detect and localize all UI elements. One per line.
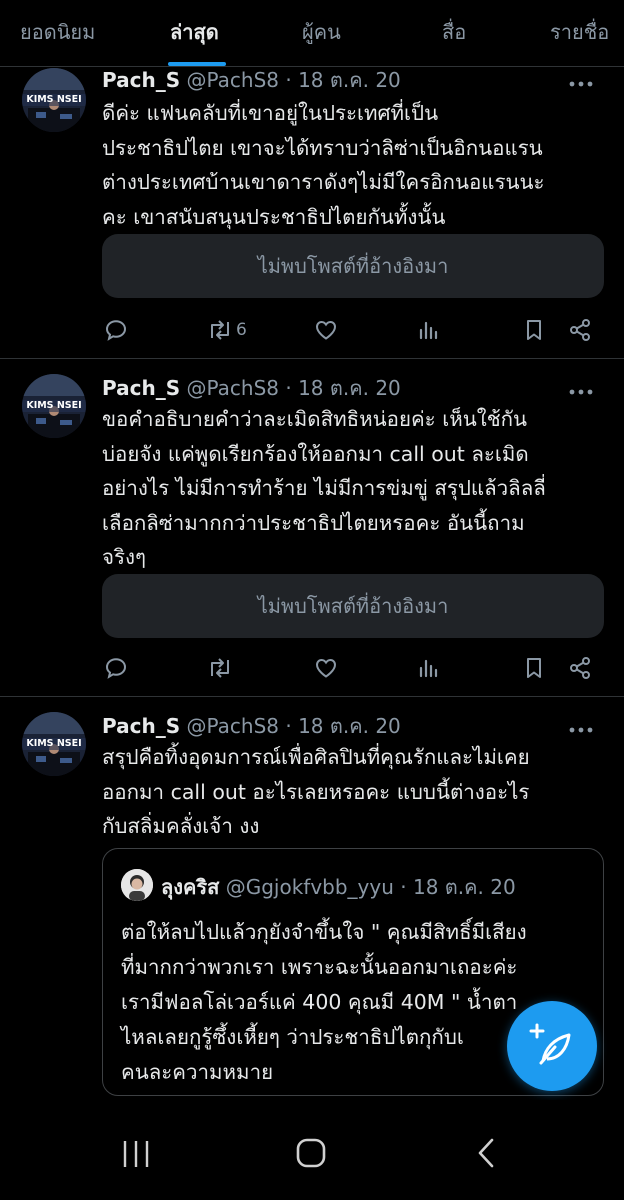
- tweet-text: ขอคำอธิบายคำว่าละเมิดสิทธิหน่อยค่ะ เห็นใ…: [102, 407, 546, 569]
- home-icon[interactable]: [281, 1132, 341, 1176]
- retweet-icon: [206, 318, 234, 342]
- tab-latest[interactable]: ล่าสุด: [170, 16, 219, 48]
- tweet[interactable]: KIMS NSEI Pach_S @PachS8 · 18 ต.ค. 20 ดี…: [0, 66, 624, 359]
- system-navigation-bar: [0, 1100, 624, 1200]
- quoted-author-name[interactable]: ลุงคริส: [161, 875, 219, 899]
- avatar-text: KIMS NSEI: [26, 400, 81, 411]
- tweet-date[interactable]: · 18 ต.ค. 20: [285, 376, 400, 400]
- avatar-text: KIMS NSEI: [26, 738, 81, 749]
- tweet-text: ดีค่ะ แฟนคลับที่เขาอยู่ในประเทศที่เป็น ป…: [102, 101, 545, 229]
- retweet-icon: [206, 656, 234, 680]
- unavailable-quote-card: ไม่พบโพสต์ที่อ้างอิงมา: [102, 574, 604, 638]
- more-icon[interactable]: [568, 382, 594, 395]
- avatar[interactable]: KIMS NSEI: [22, 68, 86, 132]
- tab-people[interactable]: ผู้คน: [302, 16, 341, 48]
- retweet-button[interactable]: [206, 654, 236, 682]
- unavailable-quote-card: ไม่พบโพสต์ที่อ้างอิงมา: [102, 234, 604, 298]
- like-icon[interactable]: [314, 654, 338, 682]
- tweet-actions: [102, 654, 602, 682]
- tweet[interactable]: KIMS NSEI Pach_S @PachS8 · 18 ต.ค. 20 ขอ…: [0, 358, 624, 697]
- views-icon[interactable]: [416, 654, 440, 682]
- author-name[interactable]: Pach_S: [102, 376, 180, 400]
- avatar-text: KIMS NSEI: [26, 94, 81, 105]
- search-tabs: ยอดนิยม ล่าสุด ผู้คน สื่อ รายชื่อ: [0, 0, 624, 67]
- recent-apps-icon[interactable]: [106, 1132, 166, 1176]
- back-icon[interactable]: [456, 1132, 516, 1176]
- more-icon[interactable]: [568, 74, 594, 87]
- reply-icon[interactable]: [104, 316, 128, 344]
- tweet-header: Pach_S @PachS8 · 18 ต.ค. 20: [102, 372, 401, 404]
- tab-media[interactable]: สื่อ: [442, 16, 466, 48]
- quoted-tweet-date: · 18 ต.ค. 20: [400, 875, 516, 899]
- tab-lists[interactable]: รายชื่อ: [550, 16, 609, 48]
- author-handle[interactable]: @PachS8: [186, 714, 279, 738]
- author-name[interactable]: Pach_S: [102, 68, 180, 92]
- retweet-button[interactable]: 6: [206, 316, 247, 344]
- reply-icon[interactable]: [104, 654, 128, 682]
- author-name[interactable]: Pach_S: [102, 714, 180, 738]
- compose-button[interactable]: [507, 1001, 597, 1091]
- tweet-header: Pach_S @PachS8 · 18 ต.ค. 20: [102, 64, 401, 96]
- like-icon[interactable]: [314, 316, 338, 344]
- more-icon[interactable]: [568, 720, 594, 733]
- tab-top[interactable]: ยอดนิยม: [20, 16, 95, 48]
- compose-icon: [507, 1001, 597, 1095]
- quoted-author-handle[interactable]: @Ggjokfvbb_yyu: [226, 875, 394, 899]
- views-icon[interactable]: [416, 316, 440, 344]
- avatar[interactable]: KIMS NSEI: [22, 712, 86, 776]
- avatar[interactable]: KIMS NSEI: [22, 374, 86, 438]
- quoted-avatar[interactable]: [121, 869, 153, 901]
- bookmark-icon[interactable]: [522, 316, 546, 344]
- tweet-header: Pach_S @PachS8 · 18 ต.ค. 20: [102, 710, 401, 742]
- active-tab-indicator: [168, 62, 226, 66]
- share-icon[interactable]: [568, 316, 592, 344]
- share-icon[interactable]: [568, 654, 592, 682]
- quoted-tweet-header: ลุงคริส @Ggjokfvbb_yyu · 18 ต.ค. 20: [161, 871, 516, 903]
- bookmark-icon[interactable]: [522, 654, 546, 682]
- tweet-date[interactable]: · 18 ต.ค. 20: [285, 68, 400, 92]
- tweet-actions: 6: [102, 316, 602, 344]
- author-handle[interactable]: @PachS8: [186, 68, 279, 92]
- tweet-text: สรุปคือทิ้งอุดมการณ์เพื่อศิลปินที่คุณรัก…: [102, 745, 530, 838]
- tweet-date[interactable]: · 18 ต.ค. 20: [285, 714, 400, 738]
- author-handle[interactable]: @PachS8: [186, 376, 279, 400]
- retweet-count: 6: [236, 320, 247, 340]
